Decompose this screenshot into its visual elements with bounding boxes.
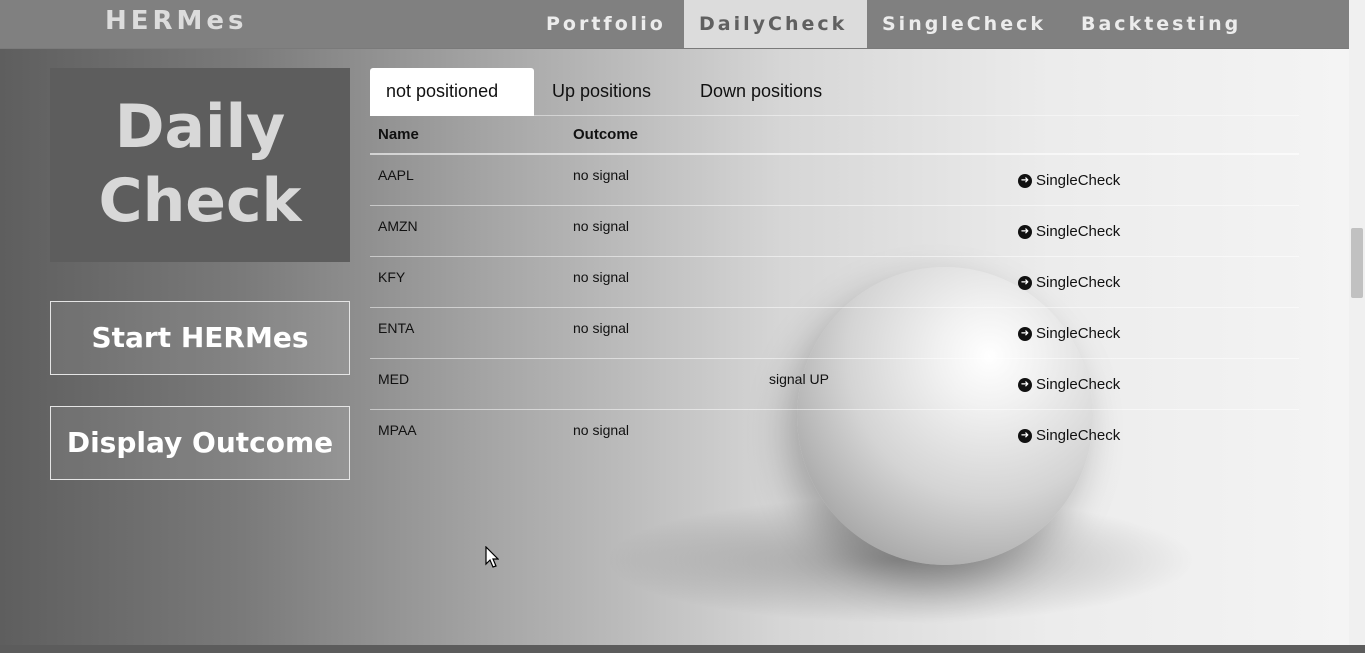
singlecheck-link-label: SingleCheck [1036, 223, 1121, 240]
row-outcome: no signal [573, 218, 630, 234]
row-ticker: KFY [378, 269, 406, 285]
start-hermes-button[interactable]: Start HERMes [50, 301, 350, 375]
row-outcome: no signal [573, 167, 630, 183]
tab-up-positions[interactable]: Up positions [536, 68, 667, 116]
arrow-circle-right-icon: ➜ [1018, 377, 1032, 392]
page-title-line2: Check [98, 166, 302, 236]
singlecheck-link[interactable]: ➜ SingleCheck [1018, 325, 1120, 342]
page-title-line1: Daily [114, 92, 286, 162]
arrow-circle-right-icon: ➜ [1018, 326, 1032, 341]
arrow-circle-right-icon: ➜ [1018, 275, 1032, 290]
nav-dailycheck[interactable]: DailyCheck [684, 0, 867, 48]
row-outcome: no signal [573, 320, 630, 336]
table-row: KFY no signal ➜ SingleCheck [370, 257, 1299, 308]
brand-logo[interactable]: HERMes [105, 6, 248, 36]
singlecheck-link-label: SingleCheck [1036, 274, 1121, 291]
column-header-name: Name [378, 126, 419, 143]
row-outcome: no signal [573, 269, 630, 285]
singlecheck-link-label: SingleCheck [1036, 427, 1121, 444]
arrow-circle-right-icon: ➜ [1018, 173, 1032, 188]
arrow-circle-right-icon: ➜ [1018, 428, 1032, 443]
row-ticker: AMZN [378, 218, 418, 234]
row-outcome: no signal [573, 422, 630, 438]
vertical-scrollbar[interactable] [1349, 0, 1365, 645]
tab-down-positions[interactable]: Down positions [684, 68, 838, 116]
row-ticker: ENTA [378, 320, 415, 336]
row-ticker: AAPL [378, 167, 414, 183]
tab-not-positioned[interactable]: not positioned [370, 68, 534, 116]
column-header-outcome: Outcome [573, 126, 639, 143]
nav-backtesting[interactable]: Backtesting [1066, 0, 1256, 48]
nav-portfolio[interactable]: Portfolio [531, 0, 681, 48]
mouse-cursor-icon [485, 546, 499, 568]
row-ticker: MED [378, 371, 410, 387]
table-row: MPAA no signal ➜ SingleCheck [370, 410, 1299, 460]
display-outcome-button[interactable]: Display Outcome [50, 406, 350, 480]
signals-table: Name Outcome AAPL no signal ➜ SingleChec… [370, 116, 1299, 460]
top-navbar: HERMes Portfolio DailyCheck SingleCheck … [0, 0, 1349, 49]
table-row: AAPL no signal ➜ SingleCheck [370, 155, 1299, 206]
singlecheck-link-label: SingleCheck [1036, 325, 1121, 342]
table-row: AMZN no signal ➜ SingleCheck [370, 206, 1299, 257]
singlecheck-link[interactable]: ➜ SingleCheck [1018, 274, 1120, 291]
position-tabs: not positioned Up positions Down positio… [370, 68, 1299, 116]
horizontal-scrollbar[interactable] [0, 645, 1365, 653]
table-row: MED signal UP ➜ SingleCheck [370, 359, 1299, 410]
row-outcome-up: signal UP [769, 371, 829, 387]
row-ticker: MPAA [378, 422, 417, 438]
vertical-scrollbar-thumb[interactable] [1351, 228, 1363, 298]
singlecheck-link[interactable]: ➜ SingleCheck [1018, 376, 1120, 393]
singlecheck-link[interactable]: ➜ SingleCheck [1018, 427, 1120, 444]
singlecheck-link-label: SingleCheck [1036, 376, 1121, 393]
singlecheck-link[interactable]: ➜ SingleCheck [1018, 172, 1120, 189]
singlecheck-link-label: SingleCheck [1036, 172, 1121, 189]
page-title: Daily Check [50, 68, 350, 262]
nav-singlecheck[interactable]: SingleCheck [867, 0, 1061, 48]
table-header: Name Outcome [370, 116, 1299, 155]
table-row: ENTA no signal ➜ SingleCheck [370, 308, 1299, 359]
singlecheck-link[interactable]: ➜ SingleCheck [1018, 223, 1120, 240]
arrow-circle-right-icon: ➜ [1018, 224, 1032, 239]
